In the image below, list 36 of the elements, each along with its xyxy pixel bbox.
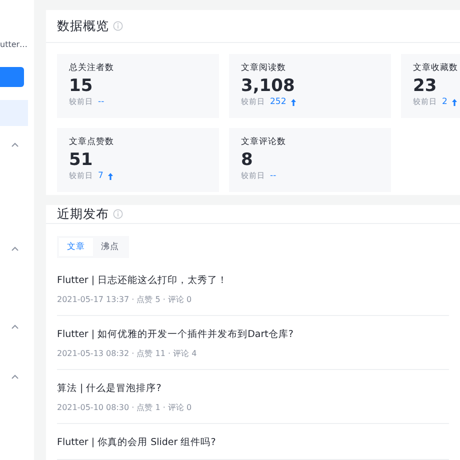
stat-label: 文章评论数 xyxy=(241,136,287,148)
stat-value: 8 xyxy=(241,150,254,170)
article-meta: 2021-05-13 08:32 · 点赞 11 · 评论 4 xyxy=(57,348,198,359)
stat-value: 15 xyxy=(69,76,94,96)
article-title[interactable]: Flutter | 你真的会用 Slider 组件吗? xyxy=(57,436,449,449)
up-arrow-icon xyxy=(108,172,114,180)
chevron-icon[interactable] xyxy=(11,374,19,379)
change-value: 252 xyxy=(270,97,286,107)
up-arrow-icon xyxy=(452,98,458,106)
change-value: -- xyxy=(98,97,104,107)
chevron-icon[interactable] xyxy=(11,324,19,329)
sidebar-text: utter… xyxy=(0,40,28,49)
chevron-icon[interactable] xyxy=(11,246,19,251)
chevron-icon[interactable] xyxy=(11,142,19,147)
change-value: 2 xyxy=(442,97,448,107)
article-title[interactable]: Flutter | 日志还能这么打印，太秀了！ xyxy=(57,274,449,287)
stat-label: 文章收藏数 xyxy=(413,62,459,74)
article-meta: 2021-05-17 13:37 · 点赞 5 · 评论 0 xyxy=(57,294,193,305)
stat-value: 23 xyxy=(413,76,438,96)
info-icon xyxy=(113,209,123,220)
article-title[interactable]: Flutter | 如何优雅的开发一个插件并发布到Dart仓库? xyxy=(57,328,449,341)
change-value: 7 xyxy=(98,171,104,181)
article-meta: 2021-05-10 08:30 · 点赞 1 · 评论 0 xyxy=(57,402,193,413)
article-title[interactable]: 算法 | 什么是冒泡排序? xyxy=(57,382,449,395)
stat-label: 文章点赞数 xyxy=(69,136,115,148)
stat-label: 文章阅读数 xyxy=(241,62,287,74)
tab[interactable]: 文章 xyxy=(59,238,93,256)
info-icon xyxy=(113,21,123,31)
section-title: 数据概览 xyxy=(57,18,109,34)
change-value: -- xyxy=(270,171,276,181)
stat-value: 51 xyxy=(69,150,94,170)
up-arrow-icon xyxy=(291,98,296,106)
tab[interactable]: 沸点 xyxy=(93,238,127,256)
stat-value: 3,108 xyxy=(241,76,296,96)
section-title: 近期发布 xyxy=(57,206,109,223)
stat-label: 总关注者数 xyxy=(69,62,115,74)
